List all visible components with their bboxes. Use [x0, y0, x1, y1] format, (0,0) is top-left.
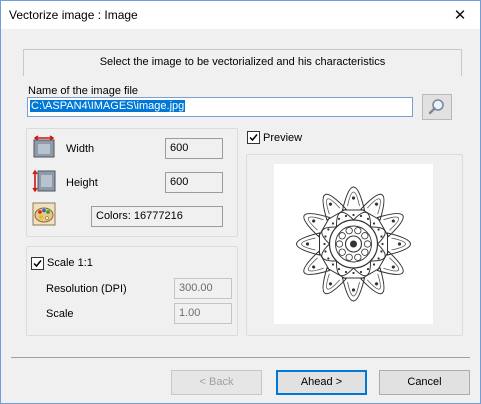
scale-field[interactable]: 1.00 [174, 303, 232, 324]
checkmark-icon [249, 134, 258, 142]
ahead-button[interactable]: Ahead > [276, 370, 367, 395]
button-separator [11, 357, 470, 358]
magnifier-icon [428, 99, 444, 115]
preview-image-area [274, 164, 433, 324]
checkmark-icon [33, 260, 42, 268]
scale-checkbox-label: Scale 1:1 [47, 257, 93, 269]
mandala-preview-image [296, 186, 411, 302]
preview-checkbox[interactable] [247, 131, 260, 144]
close-icon: ✕ [453, 7, 467, 24]
back-button[interactable]: < Back [171, 370, 262, 395]
width-field[interactable]: 600 [165, 138, 223, 159]
width-label: Width [66, 143, 95, 155]
header-text: Select the image to be vectorialized and… [99, 56, 386, 68]
preview-checkbox-label: Preview [263, 132, 303, 144]
colors-field: Colors: 16777216 [91, 206, 223, 227]
cancel-button[interactable]: Cancel [379, 370, 470, 395]
height-field[interactable]: 600 [165, 172, 223, 193]
palette-icon [32, 202, 56, 226]
window-title: Vectorize image : Image [9, 8, 138, 22]
header-panel: Select the image to be vectorialized and… [23, 49, 462, 76]
resolution-label: Resolution (DPI) [46, 283, 127, 295]
title-bar: Vectorize image : Image ✕ [1, 1, 480, 29]
resolution-field[interactable]: 300.00 [174, 278, 232, 299]
dialog-window: Vectorize image : Image ✕ Select the ima… [0, 0, 481, 404]
file-path-input[interactable]: C:\ASPAN4\IMAGES\image.jpg [27, 97, 413, 117]
browse-button[interactable] [422, 94, 452, 120]
scale-checkbox[interactable] [31, 257, 44, 270]
close-button[interactable]: ✕ [448, 5, 472, 25]
height-label: Height [66, 177, 98, 189]
file-name-label: Name of the image file [28, 85, 139, 97]
height-arrow-icon [32, 169, 56, 193]
width-arrow-icon [33, 135, 55, 158]
scale-label: Scale [46, 308, 74, 320]
file-path-value: C:\ASPAN4\IMAGES\image.jpg [30, 100, 186, 112]
